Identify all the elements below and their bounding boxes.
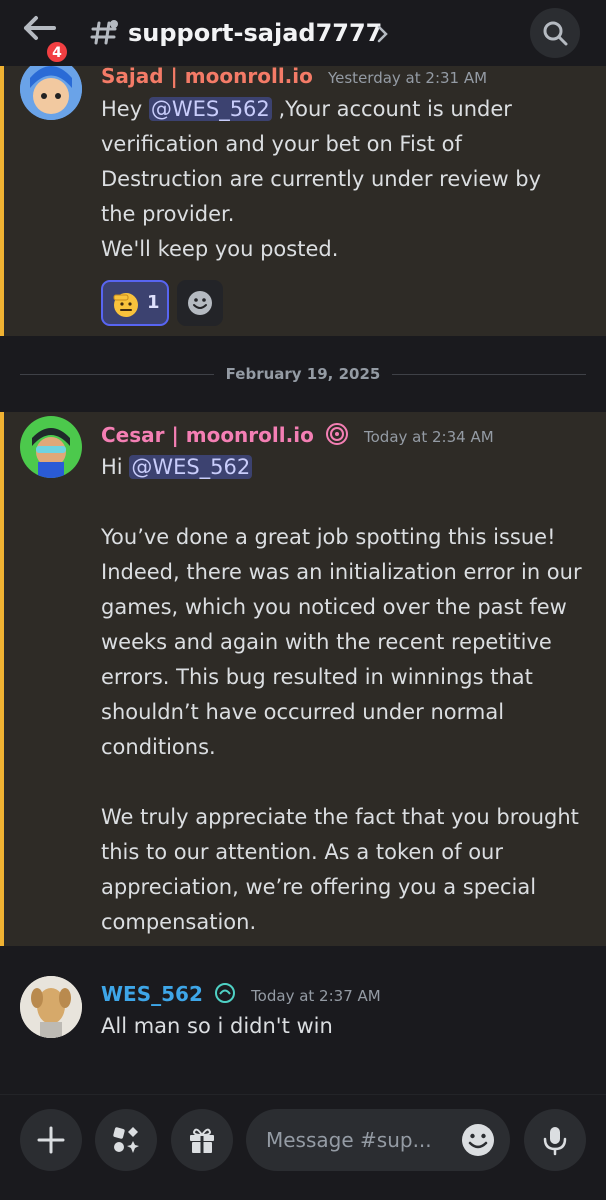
role-icon xyxy=(325,423,348,445)
user-mention[interactable]: @WES_562 xyxy=(148,97,272,121)
message-header: Cesar | moonroll.io Today at 2:34 AM xyxy=(101,422,494,447)
status-icon xyxy=(214,983,235,1003)
plus-icon xyxy=(37,1126,65,1154)
emoji-button[interactable] xyxy=(460,1122,496,1158)
message-header: Sajad | moonroll.io Yesterday at 2:31 AM xyxy=(101,64,487,88)
avatar[interactable] xyxy=(20,416,82,478)
message-paragraph: You’ve done a great job spotting this is… xyxy=(101,525,582,759)
voice-message-button[interactable] xyxy=(524,1109,586,1171)
message-paragraph: We truly appreciate the fact that you br… xyxy=(101,805,579,934)
message-content: Hey @WES_562 ,Your account is under veri… xyxy=(101,97,542,261)
avatar[interactable] xyxy=(20,58,82,120)
message-input[interactable] xyxy=(266,1123,456,1157)
author-name[interactable]: WES_562 xyxy=(101,982,203,1006)
channel-hash-icon xyxy=(90,18,120,48)
microphone-icon xyxy=(543,1127,567,1156)
message-header: WES_562 Today at 2:37 AM xyxy=(101,982,381,1006)
user-mention[interactable]: @WES_562 xyxy=(129,455,253,479)
apps-button[interactable] xyxy=(95,1109,157,1171)
date-divider: February 19, 2025 xyxy=(20,362,586,388)
apps-icon xyxy=(113,1127,139,1153)
timestamp: Yesterday at 2:31 AM xyxy=(327,69,488,87)
unread-badge: 4 xyxy=(45,40,69,64)
channel-header: 4 support-sajad7777 xyxy=(0,0,606,66)
chevron-right-icon[interactable] xyxy=(376,24,390,44)
add-reaction-button[interactable] xyxy=(177,280,223,326)
channel-title[interactable]: support-sajad7777 xyxy=(128,19,382,47)
search-button[interactable] xyxy=(530,8,580,58)
message-input-container[interactable] xyxy=(246,1109,510,1171)
message-content: Hi @WES_562 You’ve done a great job spot… xyxy=(101,450,591,940)
message-content: All man so i didn't win xyxy=(101,1014,333,1038)
reaction-saluting[interactable]: 1 xyxy=(101,280,169,326)
search-icon xyxy=(543,21,568,46)
author-name[interactable]: Sajad | moonroll.io xyxy=(101,64,313,88)
timestamp: Today at 2:37 AM xyxy=(251,987,381,1005)
add-reaction-icon xyxy=(188,291,212,315)
reaction-count: 1 xyxy=(147,292,160,313)
emoji-icon xyxy=(462,1124,494,1156)
date-label: February 19, 2025 xyxy=(213,365,393,383)
gift-button[interactable] xyxy=(171,1109,233,1171)
timestamp: Today at 2:34 AM xyxy=(364,428,494,446)
composer-bar xyxy=(0,1094,606,1200)
avatar[interactable] xyxy=(20,976,82,1038)
saluting-face-icon xyxy=(113,293,138,317)
gift-icon xyxy=(190,1128,214,1153)
attach-button[interactable] xyxy=(20,1109,82,1171)
author-name[interactable]: Cesar | moonroll.io xyxy=(101,423,314,447)
